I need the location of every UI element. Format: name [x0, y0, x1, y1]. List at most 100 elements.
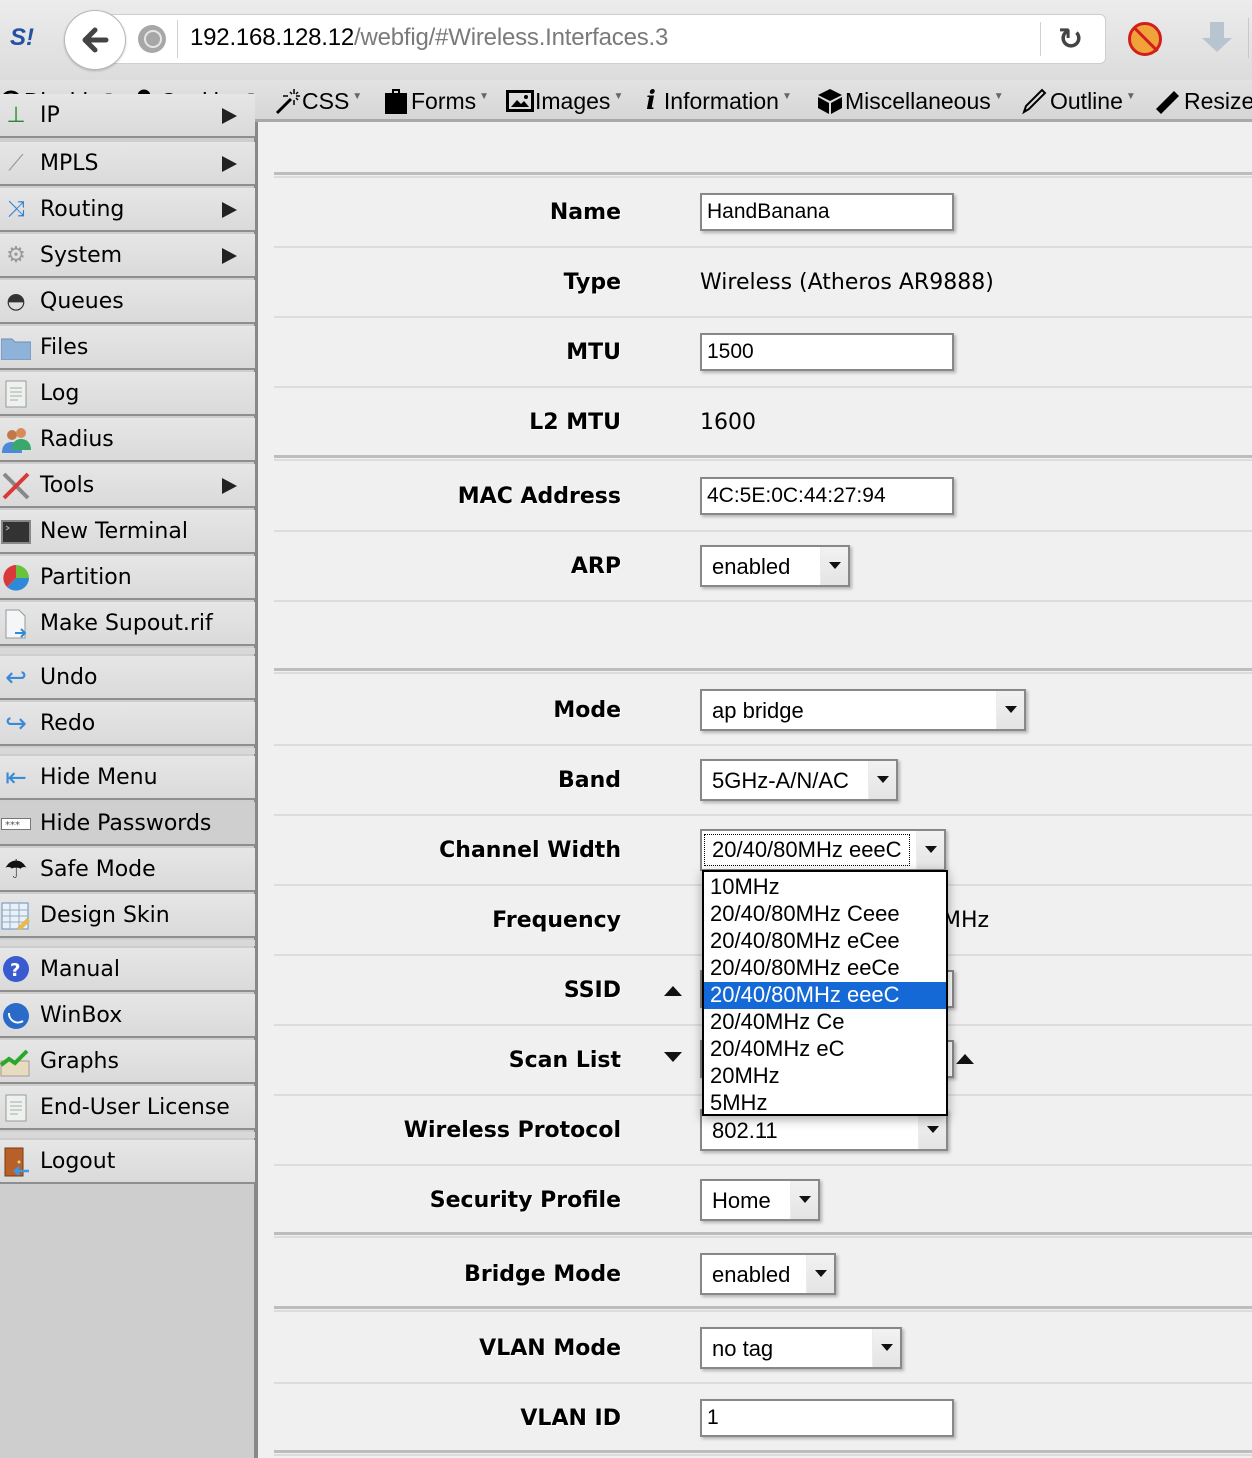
info-icon: i [646, 86, 656, 116]
sidebar-item-label: Log [40, 381, 80, 406]
sidebar-item-tools[interactable]: Tools [0, 464, 255, 508]
download-icon[interactable] [1202, 20, 1232, 56]
band-select[interactable]: 5GHz-A/N/AC [700, 759, 898, 801]
sidebar-item-files[interactable]: Files [0, 326, 255, 370]
dropdown-option[interactable]: 20MHz [704, 1063, 946, 1090]
image-icon [506, 90, 534, 112]
caret-down-icon: ▼ [613, 90, 624, 102]
caret-down-icon: ▼ [781, 90, 792, 102]
hide-menu-icon: ⇤ [5, 763, 27, 793]
channel-width-dropdown-list[interactable]: 10MHz 20/40/80MHz Ceee 20/40/80MHz eCee … [702, 870, 948, 1116]
sidebar-item-hide-menu[interactable]: ⇤ Hide Menu [0, 756, 255, 800]
toolbar-outline-menu[interactable]: Outline ▼ [1020, 86, 1136, 116]
sidebar-item-winbox[interactable]: WinBox [0, 994, 255, 1038]
arp-select-value: enabled [712, 554, 791, 579]
dropdown-option[interactable]: 20/40/80MHz eCee [704, 928, 946, 955]
terminal-icon [0, 517, 32, 547]
mode-select[interactable]: ap bridge [700, 689, 1026, 731]
collapse-up-icon[interactable] [956, 1054, 974, 1064]
sidebar-item-logout[interactable]: Logout [0, 1140, 255, 1184]
sidebar-item-mpls[interactable]: ⟋ MPLS [0, 142, 255, 186]
sidebar-item-design-skin[interactable]: Design Skin [0, 894, 255, 938]
toolbar-miscellaneous-menu[interactable]: Miscellaneous ▼ [816, 86, 1004, 116]
toolbar-forms-menu[interactable]: Forms ▼ [384, 86, 489, 116]
section-divider [274, 668, 1252, 674]
sidebar-item-partition[interactable]: Partition [0, 556, 255, 600]
dropdown-arrow-icon[interactable] [790, 1181, 818, 1219]
sidebar-item-hide-passwords[interactable]: *** Hide Passwords [0, 802, 255, 846]
reload-icon[interactable]: ↻ [1058, 22, 1083, 57]
sidebar-item-graphs[interactable]: Graphs [0, 1040, 255, 1084]
url-input[interactable]: 192.168.128.12/webfig/#Wireless.Interfac… [190, 24, 668, 52]
caret-down-icon: ▼ [1125, 90, 1136, 102]
toolbar-images-menu[interactable]: Images ▼ [506, 86, 623, 116]
sidebar-item-make-supout[interactable]: Make Supout.rif [0, 602, 255, 646]
dropdown-arrow-icon[interactable] [820, 547, 848, 585]
type-value: Wireless (Atheros AR9888) [700, 270, 994, 295]
sidebar-item-end-user-license[interactable]: End-User License [0, 1086, 255, 1130]
scan-list-label: Scan List [508, 1048, 621, 1073]
sidebar-item-new-terminal[interactable]: New Terminal [0, 510, 255, 554]
security-profile-select[interactable]: Home [700, 1179, 820, 1221]
toolbar-information-menu[interactable]: i Information ▼ [646, 86, 792, 116]
collapse-up-icon[interactable] [664, 986, 682, 996]
toolbar-resize-menu[interactable]: Resize [1154, 86, 1252, 116]
design-skin-icon [0, 901, 32, 931]
dropdown-option[interactable]: 20/40/80MHz Ceee [704, 901, 946, 928]
sidebar-item-system[interactable]: ⚙ System [0, 234, 255, 278]
sidebar-item-manual[interactable]: ? Manual [0, 948, 255, 992]
sidebar-item-label: Partition [40, 565, 132, 590]
url-separator [177, 20, 178, 58]
sidebar-item-undo[interactable]: ↩ Undo [0, 656, 255, 700]
dropdown-option[interactable]: 20/40MHz eC [704, 1036, 946, 1063]
dropdown-option[interactable]: 5MHz [704, 1090, 946, 1117]
channel-width-select[interactable]: 20/40/80MHz eeeC [700, 829, 946, 871]
mtu-input[interactable] [700, 333, 954, 371]
toolbar-miscellaneous-label: Miscellaneous [845, 87, 991, 114]
menu-divider [0, 748, 255, 754]
globe-icon[interactable] [138, 25, 166, 53]
noscript-icon[interactable] [1128, 22, 1162, 56]
pie-chart-icon [0, 563, 32, 593]
extension-logo-icon[interactable]: S! [10, 24, 44, 54]
redo-arrow-icon: ↪ [5, 709, 27, 739]
dropdown-arrow-icon[interactable] [872, 1329, 900, 1367]
name-input[interactable] [700, 193, 954, 231]
ip-icon: ⊥ [6, 103, 26, 128]
bridge-mode-select[interactable]: enabled [700, 1253, 836, 1295]
ssid-label: SSID [563, 978, 621, 1003]
section-divider [274, 1306, 1252, 1312]
dropdown-option[interactable]: 20/40MHz Ce [704, 1009, 946, 1036]
row-divider [274, 744, 1252, 746]
sidebar-item-queues[interactable]: ◓ Queues [0, 280, 255, 324]
dropdown-option-selected[interactable]: 20/40/80MHz eeeC [704, 982, 946, 1009]
url-path: /webfig/#Wireless.Interfaces.3 [354, 24, 669, 51]
sidebar-item-ip[interactable]: ⊥ IP [0, 94, 255, 138]
sidebar-item-redo[interactable]: ↪ Redo [0, 702, 255, 746]
dropdown-arrow-icon[interactable] [916, 831, 944, 869]
sidebar-item-label: Logout [40, 1149, 116, 1174]
dropdown-arrow-icon[interactable] [996, 691, 1024, 729]
vlan-mode-select[interactable]: no tag [700, 1327, 902, 1369]
channel-width-select-value: 20/40/80MHz eeeC [704, 834, 910, 866]
sidebar-item-radius[interactable]: Radius [0, 418, 255, 462]
vlan-id-input[interactable] [700, 1399, 954, 1437]
dropdown-arrow-icon[interactable] [868, 761, 896, 799]
ruler-icon [1156, 91, 1179, 114]
reload-separator [1040, 22, 1041, 56]
dropdown-option[interactable]: 10MHz [704, 874, 946, 901]
sidebar-item-safe-mode[interactable]: ☂ Safe Mode [0, 848, 255, 892]
row-divider [274, 600, 1252, 602]
mpls-tags-icon: ⟋ [8, 151, 24, 176]
expand-down-icon[interactable] [664, 1052, 682, 1062]
dropdown-arrow-icon[interactable] [806, 1255, 834, 1293]
winbox-icon [0, 1001, 32, 1031]
arp-select[interactable]: enabled [700, 545, 850, 587]
dropdown-option[interactable]: 20/40/80MHz eeCe [704, 955, 946, 982]
sidebar-item-routing[interactable]: ⤨ Routing [0, 188, 255, 232]
caret-down-icon: ▼ [993, 90, 1004, 102]
toolbar-css-menu[interactable]: CSS ▼ [274, 86, 362, 116]
mac-address-input[interactable] [700, 477, 954, 515]
sidebar-item-log[interactable]: Log [0, 372, 255, 416]
back-button[interactable] [64, 10, 126, 70]
